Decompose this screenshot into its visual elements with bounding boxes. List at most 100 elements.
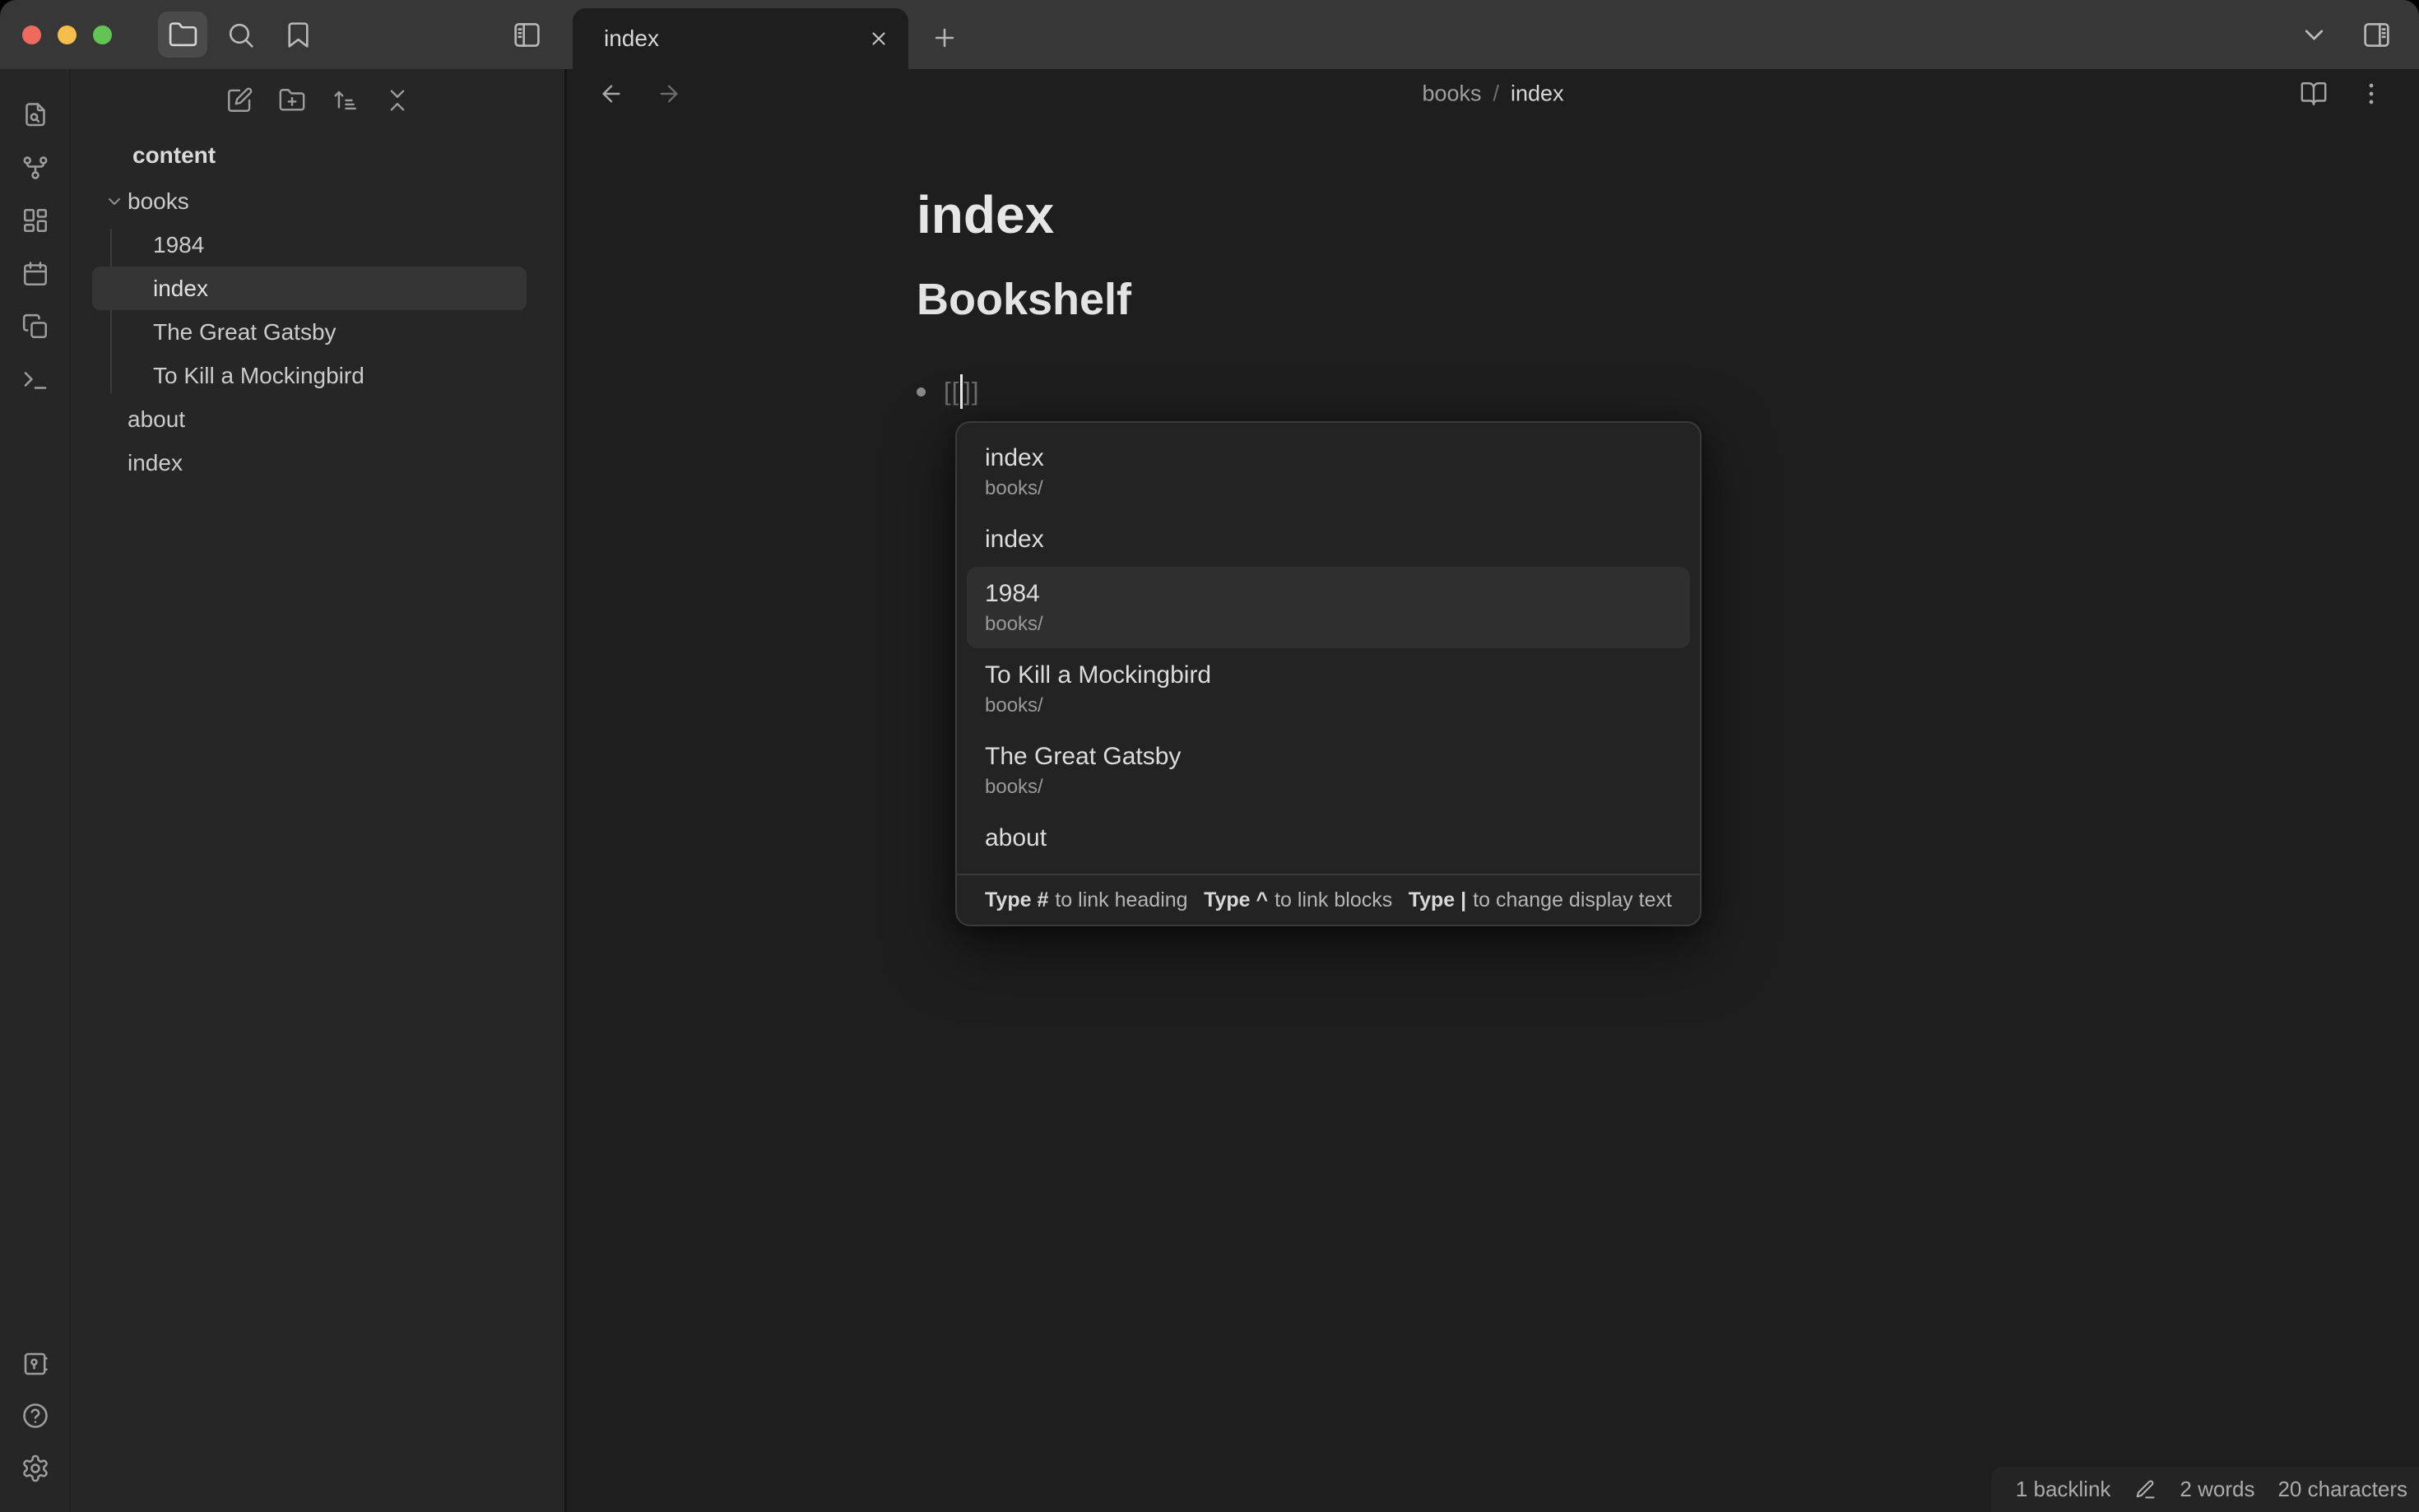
suggestion-item[interactable]: index books/ (957, 431, 1700, 513)
vault-icon (21, 1349, 50, 1379)
editor-pane: books / index index Bookshelf [[]] inde… (567, 69, 2419, 1512)
tree-file-mockingbird[interactable]: To Kill a Mockingbird (71, 354, 564, 397)
suggestion-label: The Great Gatsby (985, 743, 1182, 770)
ribbon-settings-button[interactable] (17, 1450, 53, 1486)
bullet-dot (917, 387, 926, 397)
ribbon-graph-button[interactable] (17, 150, 53, 186)
tree-item-label: To Kill a Mockingbird (153, 362, 364, 388)
new-note-button[interactable] (221, 81, 258, 119)
wikilink-close: ]] (963, 377, 980, 406)
suggestion-item[interactable]: index (957, 513, 1700, 567)
suggestion-label: To Kill a Mockingbird (985, 661, 1212, 689)
ribbon (0, 69, 71, 1512)
vault-name[interactable]: content (71, 141, 564, 169)
more-options-button[interactable] (2353, 76, 2389, 112)
zoom-window-button[interactable] (93, 25, 112, 44)
ribbon-daily-note-button[interactable] (17, 256, 53, 292)
tree-item-label: books (128, 188, 189, 214)
breadcrumb-parent[interactable]: books (1422, 81, 1481, 107)
panel-right-icon (2361, 20, 2392, 50)
panel-left-icon (512, 20, 542, 50)
text-caret (960, 374, 963, 409)
suggestion-label: about (985, 824, 1047, 851)
suggestion-item[interactable]: The Great Gatsby books/ (957, 730, 1700, 811)
search-tab-button[interactable] (216, 12, 265, 58)
tree-file-1984[interactable]: 1984 (71, 223, 564, 267)
tab-index[interactable]: index (573, 8, 908, 69)
folder-icon (168, 20, 198, 50)
navigate-back-button[interactable] (593, 76, 629, 112)
close-tab-button[interactable] (861, 21, 897, 57)
ribbon-canvas-button[interactable] (17, 202, 53, 239)
graph-icon (21, 153, 50, 183)
new-folder-button[interactable] (273, 81, 311, 119)
word-count[interactable]: 2 words (2180, 1477, 2254, 1502)
document-body[interactable]: index Bookshelf [[ ]] (567, 186, 2419, 415)
tree-file-index-root[interactable]: index (71, 441, 564, 485)
new-tab-button[interactable] (923, 16, 966, 59)
character-count[interactable]: 20 characters (2277, 1477, 2407, 1502)
suggestion-item[interactable]: about (957, 811, 1700, 865)
suggestion-path: books/ (985, 694, 1043, 717)
ribbon-vault-switcher-button[interactable] (17, 1346, 53, 1382)
bookmark-icon (283, 20, 313, 50)
ribbon-templates-button[interactable] (17, 308, 53, 345)
hint-display-text: Type | to change display text (1408, 888, 1672, 911)
help-icon (21, 1401, 50, 1431)
status-bar: 1 backlink 2 words 20 characters (1990, 1467, 2419, 1512)
file-tree: books 1984 index The Great Gatsby To Kil… (71, 179, 564, 485)
ribbon-help-button[interactable] (17, 1398, 53, 1434)
tree-item-label: about (128, 406, 186, 432)
suggestion-path: books/ (985, 477, 1043, 499)
collapse-all-button[interactable] (378, 81, 416, 119)
tree-folder-books[interactable]: books (71, 179, 564, 223)
terminal-icon (21, 364, 50, 394)
titlebar: index (0, 0, 2419, 69)
suggestion-item[interactable]: To Kill a Mockingbird books/ (957, 648, 1700, 730)
new-folder-icon (278, 86, 306, 114)
tree-file-about[interactable]: about (71, 397, 564, 441)
tree-file-index-selected[interactable]: index (92, 267, 527, 310)
search-icon (225, 20, 256, 50)
tab-title: index (604, 26, 659, 51)
toggle-right-sidebar-button[interactable] (2352, 12, 2401, 58)
minimize-window-button[interactable] (58, 25, 77, 44)
new-note-icon (225, 86, 253, 114)
hint-link-heading: Type # to link heading (985, 888, 1188, 911)
suggestion-label: 1984 (985, 580, 1040, 607)
tree-item-label: index (153, 275, 208, 301)
tab-list-dropdown-button[interactable] (2289, 12, 2338, 58)
more-vertical-icon (2357, 80, 2385, 108)
suggestion-footer: Type # to link heading Type ^ to link bloc… (957, 874, 1700, 925)
toggle-left-sidebar-button[interactable] (502, 12, 551, 58)
bookmarks-tab-button[interactable] (273, 12, 323, 58)
navigate-forward-button[interactable] (651, 76, 687, 112)
tree-item-label: 1984 (153, 231, 205, 257)
breadcrumb-current[interactable]: index (1511, 81, 1564, 107)
gear-icon (21, 1454, 50, 1483)
chevron-down-icon (2299, 20, 2329, 50)
close-window-button[interactable] (22, 25, 41, 44)
ribbon-file-search-button[interactable] (17, 97, 53, 133)
suggestion-label: index (985, 526, 1044, 553)
sort-icon (331, 86, 359, 114)
suggestion-item-selected[interactable]: 1984 books/ (967, 567, 1690, 648)
arrow-right-icon (656, 81, 682, 107)
suggestion-label: index (985, 444, 1044, 471)
window-controls (22, 25, 112, 44)
files-tab-button[interactable] (158, 12, 207, 58)
bullet-list-line[interactable]: [[ ]] (917, 369, 2419, 415)
tree-item-label: The Great Gatsby (153, 318, 337, 345)
note-heading[interactable]: Bookshelf (917, 273, 2419, 326)
backlink-count[interactable]: 1 backlink (2016, 1477, 2111, 1502)
tree-file-great-gatsby[interactable]: The Great Gatsby (71, 310, 564, 354)
note-title[interactable]: index (917, 186, 2419, 243)
editor-header: books / index (567, 69, 2419, 118)
edit-mode-toggle[interactable] (2133, 1478, 2157, 1501)
sort-order-button[interactable] (326, 81, 364, 119)
chevron-down-icon[interactable] (104, 191, 125, 212)
reading-mode-button[interactable] (2296, 76, 2332, 112)
ribbon-terminal-button[interactable] (17, 361, 53, 397)
close-icon (868, 28, 889, 49)
wikilink-input[interactable]: [[ ]] (944, 374, 979, 409)
